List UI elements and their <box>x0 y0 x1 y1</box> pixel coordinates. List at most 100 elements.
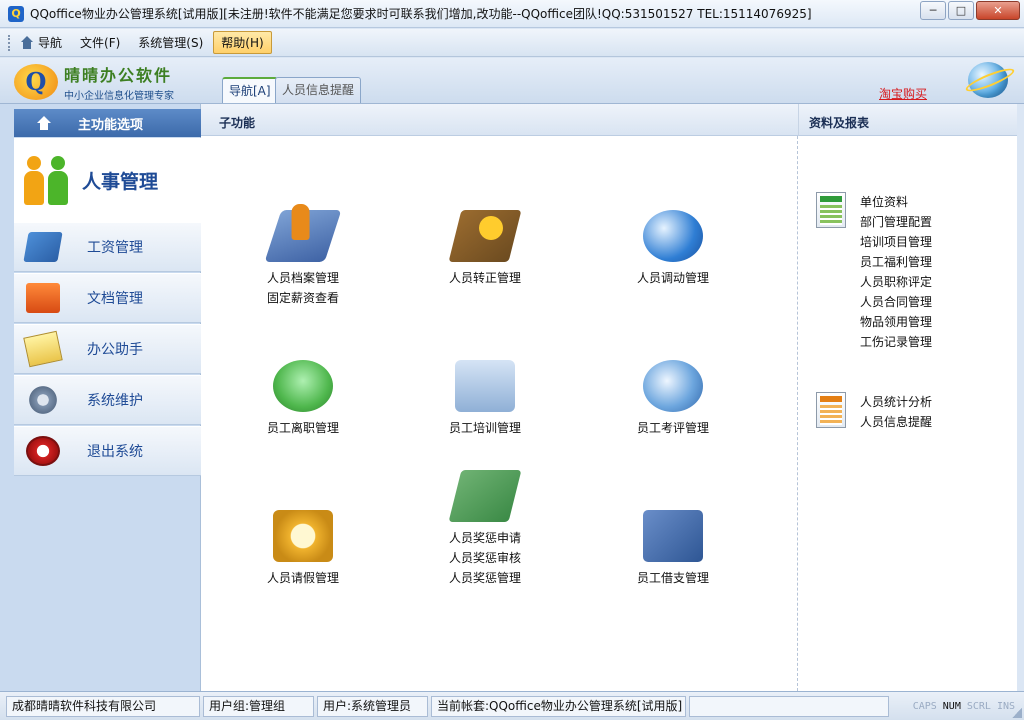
logo-name: 晴晴办公软件 <box>64 66 173 85</box>
maximize-button[interactable]: □ <box>948 1 974 20</box>
window-controls: ─ □ ✕ <box>918 1 1020 20</box>
taobao-buy-link[interactable]: 淘宝购买 <box>879 85 927 102</box>
report-link[interactable]: 培训项目管理 <box>860 232 932 252</box>
function-label[interactable]: 人员请假管理 <box>243 568 363 588</box>
report-link[interactable]: 人员信息提醒 <box>860 412 932 432</box>
sidebar-item-office-assistant[interactable]: 办公助手 <box>14 324 201 374</box>
report-link[interactable]: 人员职称评定 <box>860 272 932 292</box>
evaluation-icon <box>643 360 703 412</box>
sidebar-item-label: 办公助手 <box>87 342 143 358</box>
function-label[interactable]: 员工培训管理 <box>425 418 545 438</box>
leave-icon <box>273 510 333 562</box>
menu-file[interactable]: 文件(F) <box>72 31 128 54</box>
sidebar-item-label: 退出系统 <box>87 444 143 460</box>
report-link[interactable]: 人员合同管理 <box>860 292 932 312</box>
report-link[interactable]: 单位资料 <box>860 192 932 212</box>
sidebar: 主功能选项 人事管理 工资管理 文档管理 办公助手 系统维护 退出系统 <box>0 104 201 691</box>
function-personnel-file[interactable]: 人员档案管理 固定薪资查看 <box>243 210 363 308</box>
status-bar: 成都晴晴软件科技有限公司 用户组:管理组 用户:系统管理员 当前帐套:QQoff… <box>0 691 1024 720</box>
function-label[interactable]: 员工借支管理 <box>613 568 733 588</box>
sidebar-item-documents[interactable]: 文档管理 <box>14 273 201 323</box>
sidebar-item-salary[interactable]: 工资管理 <box>14 222 201 272</box>
app-icon: Q <box>8 5 24 22</box>
sidebar-item-label: 文档管理 <box>87 291 143 307</box>
menu-system-admin[interactable]: 系统管理(S) <box>130 31 211 54</box>
function-label[interactable]: 人员转正管理 <box>425 268 545 288</box>
status-empty <box>689 695 889 717</box>
sidebar-header: 主功能选项 <box>14 109 201 137</box>
function-leave[interactable]: 人员请假管理 <box>243 510 363 588</box>
function-label[interactable]: 人员档案管理 <box>243 268 363 288</box>
notepad-icon <box>23 330 63 368</box>
report-link[interactable]: 工伤记录管理 <box>860 332 932 352</box>
function-label[interactable]: 员工考评管理 <box>613 418 733 438</box>
menu-help[interactable]: 帮助(H) <box>213 31 272 54</box>
advance-icon <box>643 510 703 562</box>
panel-divider <box>797 136 798 691</box>
globe-icon <box>968 62 1008 98</box>
logo-mark: Q <box>14 64 58 100</box>
menu-navigate[interactable]: 导航 <box>12 31 70 54</box>
function-label[interactable]: 人员奖惩审核 <box>425 548 545 568</box>
sidebar-item-exit[interactable]: 退出系统 <box>14 426 201 476</box>
logo-slogan: 中小企业信息化管理专家 <box>64 91 174 102</box>
function-evaluation[interactable]: 员工考评管理 <box>613 360 733 438</box>
report-link[interactable]: 员工福利管理 <box>860 252 932 272</box>
function-advance[interactable]: 员工借支管理 <box>613 510 733 588</box>
report-link[interactable]: 物品领用管理 <box>860 312 932 332</box>
function-regularization[interactable]: 人员转正管理 <box>425 210 545 288</box>
regularization-icon <box>448 210 522 262</box>
report-group-stats: 人员统计分析 人员信息提醒 <box>816 392 932 432</box>
ribbon: Q 晴晴办公软件 中小企业信息化管理专家 导航[A] 人员信息提醒 淘宝购买 <box>0 58 1024 104</box>
sidebar-item-system-maintenance[interactable]: 系统维护 <box>14 375 201 425</box>
personnel-file-icon <box>264 210 342 262</box>
main-panel: 子功能 资料及报表 人员档案管理 固定薪资查看 人员转正管理 人员调动管理 员工… <box>201 104 1017 691</box>
tab-personnel-reminder[interactable]: 人员信息提醒 <box>275 77 362 103</box>
training-icon <box>455 360 515 412</box>
function-label[interactable]: 人员调动管理 <box>613 268 733 288</box>
sidebar-item-label: 系统维护 <box>87 393 143 409</box>
function-transfer[interactable]: 人员调动管理 <box>613 210 733 288</box>
num-indicator: NUM <box>942 700 961 712</box>
window-title: QQoffice物业办公管理系统[试用版][未注册!软件不能满足您要求时可联系我… <box>30 7 812 21</box>
salary-icon <box>23 232 63 262</box>
status-user-group: 用户组:管理组 <box>203 695 314 717</box>
power-icon <box>26 436 60 466</box>
tab-navigation[interactable]: 导航[A] <box>222 77 278 103</box>
menu-bar: 导航 文件(F) 系统管理(S) 帮助(H) <box>0 29 1024 57</box>
sidebar-header-label: 主功能选项 <box>78 117 144 133</box>
current-section-title: 人事管理 <box>82 170 159 193</box>
function-label[interactable]: 人员奖惩管理 <box>425 568 545 588</box>
function-label[interactable]: 固定薪资查看 <box>243 288 363 308</box>
function-reward-punish[interactable]: 人员奖惩申请 人员奖惩审核 人员奖惩管理 <box>425 470 545 588</box>
people-icon <box>20 155 76 205</box>
function-resignation[interactable]: 员工离职管理 <box>243 360 363 438</box>
subfunctions-header: 子功能 <box>201 104 798 136</box>
green-report-icon <box>816 192 846 228</box>
status-user: 用户:系统管理员 <box>317 695 428 717</box>
keyboard-indicators: CAPS NUM SCRL INS <box>910 701 1018 712</box>
resize-grip[interactable] <box>1012 708 1022 718</box>
menu-navigate-label: 导航 <box>38 36 63 50</box>
report-link[interactable]: 人员统计分析 <box>860 392 932 412</box>
resignation-icon <box>273 360 333 412</box>
function-label[interactable]: 人员奖惩申请 <box>425 528 545 548</box>
report-link[interactable]: 部门管理配置 <box>860 212 932 232</box>
home-icon <box>36 115 52 131</box>
reward-punish-icon <box>448 470 522 522</box>
orange-report-icon <box>816 392 846 428</box>
app-logo: Q 晴晴办公软件 中小企业信息化管理专家 <box>14 62 174 102</box>
home-icon <box>20 36 34 49</box>
minimize-button[interactable]: ─ <box>920 1 946 20</box>
sidebar-current-section[interactable]: 人事管理 <box>14 138 201 222</box>
status-company: 成都晴晴软件科技有限公司 <box>6 695 200 717</box>
document-icon <box>26 283 60 313</box>
report-group-basic: 单位资料 部门管理配置 培训项目管理 员工福利管理 人员职称评定 人员合同管理 … <box>816 192 932 352</box>
gear-icon <box>26 385 60 415</box>
reports-header: 资料及报表 <box>798 104 1017 136</box>
transfer-icon <box>643 210 703 262</box>
function-label[interactable]: 员工离职管理 <box>243 418 363 438</box>
function-training[interactable]: 员工培训管理 <box>425 360 545 438</box>
caps-indicator: CAPS <box>912 700 937 712</box>
close-button[interactable]: ✕ <box>976 1 1020 20</box>
